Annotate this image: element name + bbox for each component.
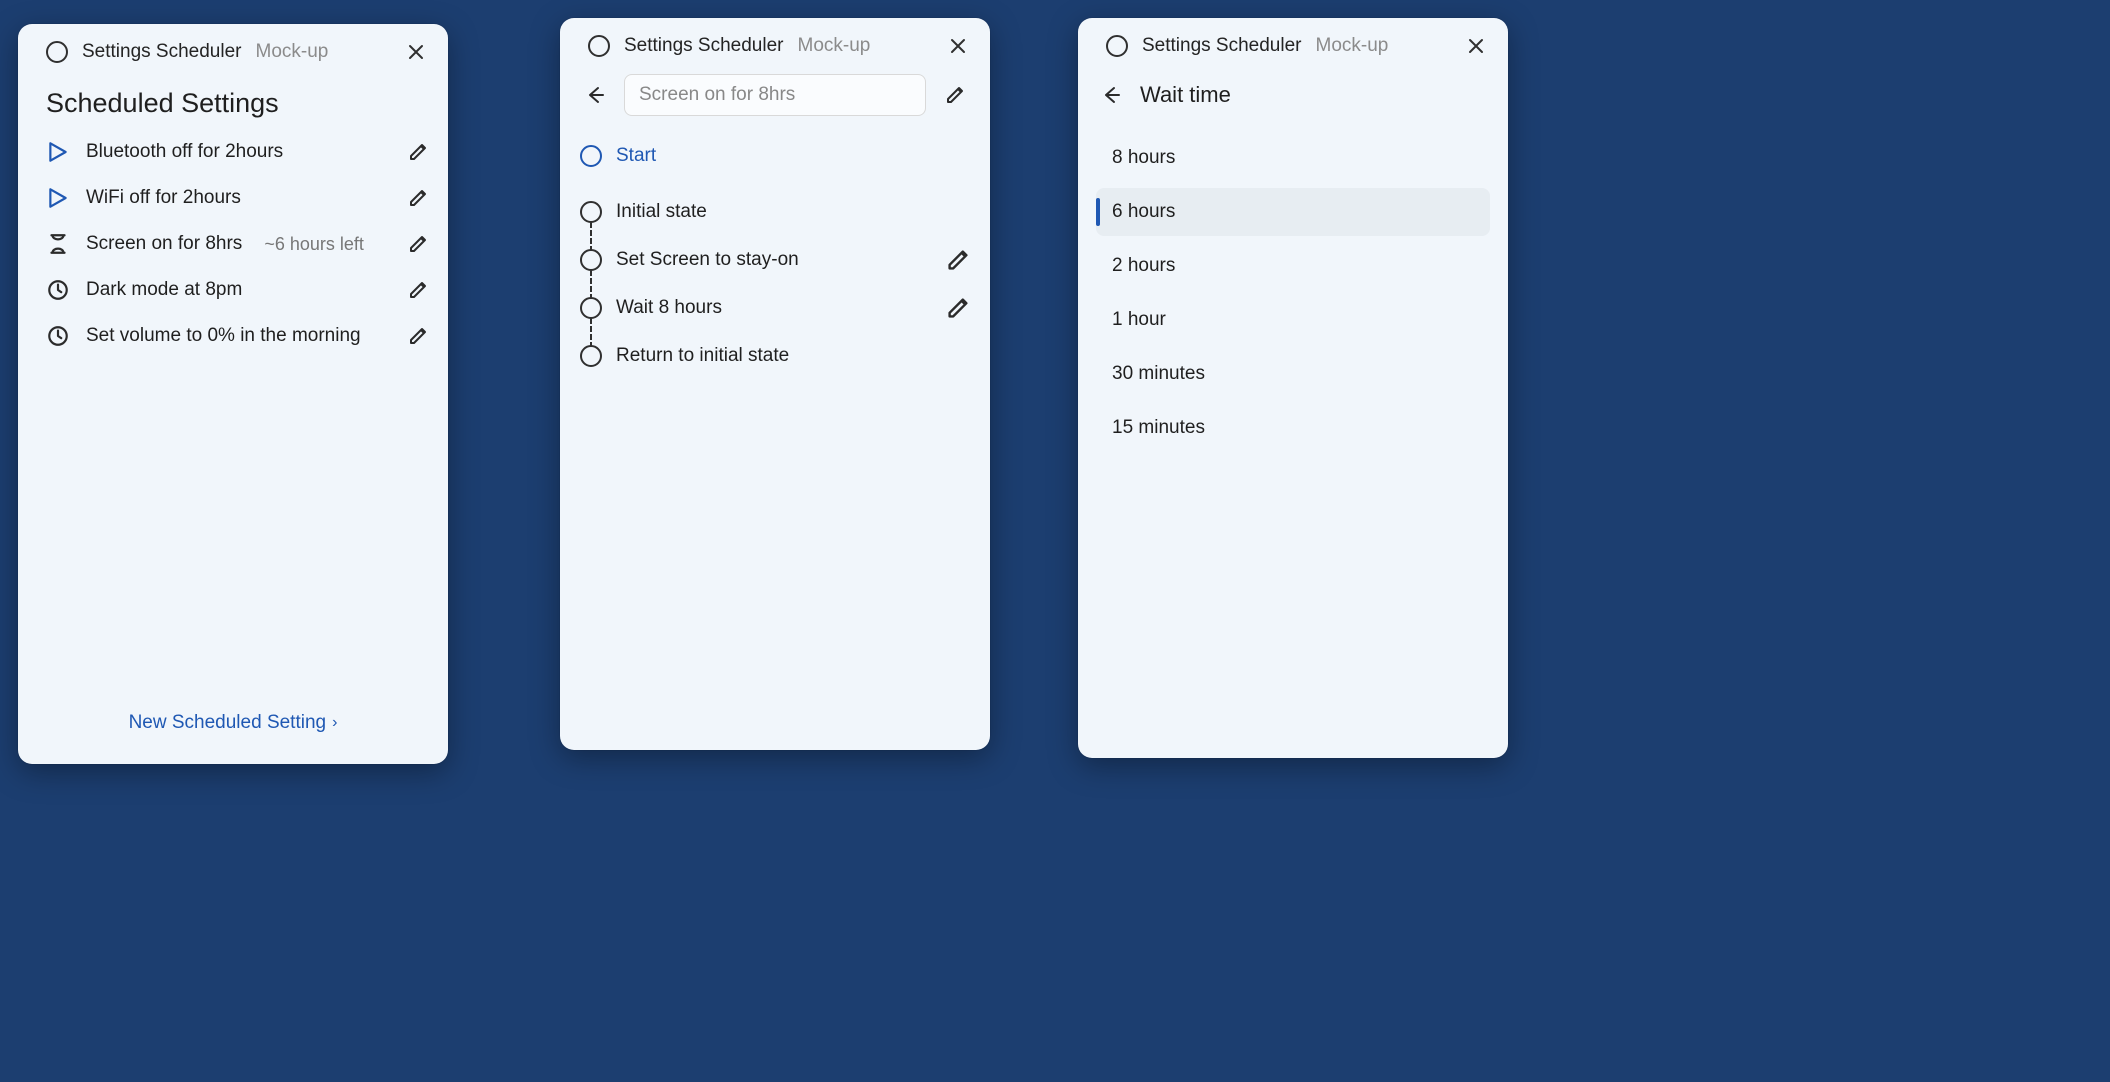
play-icon <box>46 186 70 210</box>
step-node-icon <box>580 297 602 319</box>
footer-link-label: New Scheduled Setting <box>129 712 327 734</box>
close-button[interactable] <box>946 34 970 58</box>
list-item[interactable]: Screen on for 8hrs ~6 hours left <box>46 223 430 265</box>
edit-schedule-panel: Settings Scheduler Mock-up Start Initial… <box>560 18 990 750</box>
play-icon <box>46 140 70 164</box>
clock-icon <box>46 278 70 302</box>
titlebar: Settings Scheduler Mock-up <box>1078 18 1508 64</box>
wait-time-option[interactable]: 1 hour <box>1096 296 1490 344</box>
wait-time-option[interactable]: 15 minutes <box>1096 404 1490 452</box>
app-subtitle: Mock-up <box>256 41 329 63</box>
app-title: Settings Scheduler <box>1142 35 1302 57</box>
steps-list: Start Initial state Set Screen to stay-o… <box>560 122 990 380</box>
step-label: Return to initial state <box>616 345 789 367</box>
chevron-right-icon: › <box>332 714 337 732</box>
list-item[interactable]: Bluetooth off for 2hours <box>46 131 430 173</box>
scheduled-settings-list: Bluetooth off for 2hours WiFi off for 2h… <box>18 127 448 357</box>
step-label: Wait 8 hours <box>616 297 722 319</box>
close-button[interactable] <box>1464 34 1488 58</box>
app-subtitle: Mock-up <box>1316 35 1389 57</box>
back-button[interactable] <box>1096 80 1126 110</box>
step-node-icon <box>580 201 602 223</box>
item-label: WiFi off for 2hours <box>86 187 241 209</box>
page-title: Wait time <box>1140 82 1231 108</box>
edit-step-button[interactable] <box>946 248 970 272</box>
titlebar: Settings Scheduler Mock-up <box>560 18 990 64</box>
app-subtitle: Mock-up <box>798 35 871 57</box>
app-logo-icon <box>1106 35 1128 57</box>
app-logo-icon <box>46 41 68 63</box>
step-label: Set Screen to stay-on <box>616 249 799 271</box>
step-node-icon <box>580 345 602 367</box>
wait-time-options: 8 hours 6 hours 2 hours 1 hour 30 minute… <box>1078 118 1508 452</box>
list-item[interactable]: Set volume to 0% in the morning <box>46 315 430 357</box>
app-title: Settings Scheduler <box>82 41 242 63</box>
rename-button[interactable] <box>940 80 970 110</box>
back-button[interactable] <box>580 80 610 110</box>
item-label: Set volume to 0% in the morning <box>86 325 361 347</box>
edit-button[interactable] <box>406 186 430 210</box>
schedule-name-input[interactable] <box>624 74 926 116</box>
edit-step-button[interactable] <box>946 296 970 320</box>
step-label: Initial state <box>616 201 707 223</box>
list-item[interactable]: WiFi off for 2hours <box>46 177 430 219</box>
step-row[interactable]: Initial state <box>580 188 970 236</box>
step-connector <box>590 318 592 348</box>
item-hint: ~6 hours left <box>264 234 364 255</box>
wait-time-option[interactable]: 2 hours <box>1096 242 1490 290</box>
item-label: Bluetooth off for 2hours <box>86 141 283 163</box>
close-button[interactable] <box>404 40 428 64</box>
clock-icon <box>46 324 70 348</box>
item-label: Screen on for 8hrs <box>86 233 242 255</box>
hourglass-icon <box>46 232 70 256</box>
step-row[interactable]: Return to initial state <box>580 332 970 380</box>
item-label: Dark mode at 8pm <box>86 279 242 301</box>
step-row[interactable]: Set Screen to stay-on <box>580 236 970 284</box>
start-node-icon <box>580 145 602 167</box>
edit-button[interactable] <box>406 278 430 302</box>
wait-time-option[interactable]: 30 minutes <box>1096 350 1490 398</box>
start-label: Start <box>616 145 656 167</box>
subheader: Wait time <box>1078 64 1508 118</box>
step-node-icon <box>580 249 602 271</box>
wait-time-panel: Settings Scheduler Mock-up Wait time 8 h… <box>1078 18 1508 758</box>
app-logo-icon <box>588 35 610 57</box>
step-connector <box>590 270 592 300</box>
edit-button[interactable] <box>406 140 430 164</box>
edit-button[interactable] <box>406 232 430 256</box>
new-scheduled-setting-link[interactable]: New Scheduled Setting › <box>18 712 448 764</box>
list-item[interactable]: Dark mode at 8pm <box>46 269 430 311</box>
subheader <box>560 64 990 122</box>
titlebar: Settings Scheduler Mock-up <box>18 24 448 70</box>
scheduled-settings-panel: Settings Scheduler Mock-up Scheduled Set… <box>18 24 448 764</box>
start-row[interactable]: Start <box>580 136 970 176</box>
app-title: Settings Scheduler <box>624 35 784 57</box>
step-row[interactable]: Wait 8 hours <box>580 284 970 332</box>
wait-time-option[interactable]: 8 hours <box>1096 134 1490 182</box>
step-connector <box>590 222 592 252</box>
edit-button[interactable] <box>406 324 430 348</box>
wait-time-option[interactable]: 6 hours <box>1096 188 1490 236</box>
page-title: Scheduled Settings <box>18 70 448 127</box>
